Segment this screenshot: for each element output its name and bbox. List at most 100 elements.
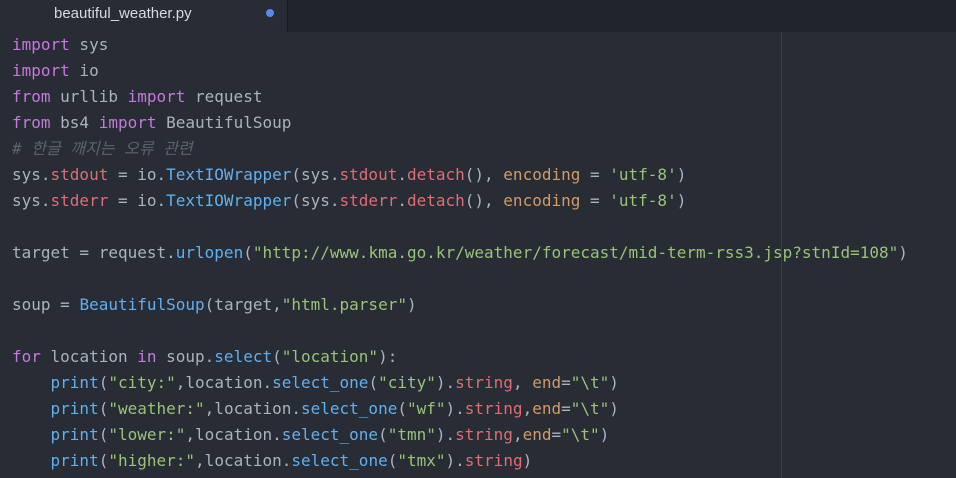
code-token: sys	[69, 35, 109, 54]
code-token: BeautifulSoup	[79, 295, 205, 314]
code-line[interactable]: soup = BeautifulSoup(target,"html.parser…	[12, 292, 908, 318]
code-token: =	[580, 165, 610, 184]
code-line[interactable]: sys.stderr = io.TextIOWrapper(sys.stderr…	[12, 188, 908, 214]
code-token: for	[12, 347, 41, 366]
code-line[interactable]: from bs4 import BeautifulSoup	[12, 110, 908, 136]
code-token: print	[50, 425, 99, 444]
code-token: string	[455, 373, 513, 392]
code-token: end	[532, 373, 562, 392]
code-token: (	[368, 373, 379, 392]
code-token: TextIOWrapper	[166, 191, 292, 210]
code-token: urlopen	[175, 243, 244, 262]
code-line[interactable]: sys.stdout = io.TextIOWrapper(sys.stdout…	[12, 162, 908, 188]
code-token: ).	[435, 425, 456, 444]
code-token: ,	[512, 425, 523, 444]
code-token: select	[214, 347, 273, 366]
code-token: "city:"	[108, 373, 176, 392]
code-token: (	[98, 373, 109, 392]
code-token: soup =	[12, 295, 80, 314]
code-token: select_one	[291, 451, 388, 470]
code-token: sys.	[12, 165, 51, 184]
code-token: ).	[435, 373, 456, 392]
code-token: end	[532, 399, 562, 418]
code-token: "higher:"	[108, 451, 196, 470]
code-line[interactable]: print("higher:",location.select_one("tmx…	[12, 448, 908, 474]
code-token: (sys.	[291, 191, 340, 210]
code-token: "http://www.kma.go.kr/weather/forecast/m…	[252, 243, 899, 262]
code-token: 'utf-8'	[609, 191, 677, 210]
code-token: (target,	[204, 295, 282, 314]
code-token: print	[50, 373, 99, 392]
code-token: =	[551, 425, 562, 444]
code-token: target = request.	[12, 243, 176, 262]
code-token: (	[243, 243, 253, 262]
code-line[interactable]: target = request.urlopen("http://www.kma…	[12, 240, 908, 266]
code-token: "weather:"	[108, 399, 205, 418]
code-line[interactable]: print("city:",location.select_one("city"…	[12, 370, 908, 396]
code-token: ,	[522, 399, 533, 418]
code-line[interactable]: print("weather:",location.select_one("wf…	[12, 396, 908, 422]
code-token: from	[12, 87, 51, 106]
code-token: .	[397, 165, 407, 184]
code-line[interactable]: import sys	[12, 32, 908, 58]
code-token: "location"	[281, 347, 379, 366]
code-token: (	[98, 399, 109, 418]
code-token: detach	[406, 191, 465, 210]
code-token: ,location.	[204, 399, 301, 418]
tab-beautiful-weather[interactable]: beautiful_weather.py	[0, 0, 288, 32]
code-token: # 한글 깨지는 오류 관련	[12, 139, 193, 158]
code-token: import	[98, 113, 157, 132]
code-token: import	[127, 87, 186, 106]
code-token: print	[50, 451, 99, 470]
code-token: "\t"	[570, 373, 610, 392]
code-line[interactable]: from urllib import request	[12, 84, 908, 110]
code-token: in	[137, 347, 157, 366]
code-token: "city"	[378, 373, 436, 392]
code-token: 'utf-8'	[609, 165, 677, 184]
code-line[interactable]: ​	[12, 214, 908, 240]
code-editor[interactable]: import sys import io from urllib import re…	[0, 32, 956, 478]
code-token: )	[898, 243, 908, 262]
code-token: stderr	[339, 191, 398, 210]
code-token: )	[609, 399, 619, 418]
code-token: encoding	[503, 191, 581, 210]
code-token: "\t"	[561, 425, 600, 444]
code-area[interactable]: import sys import io from urllib import re…	[12, 32, 908, 474]
code-token: string	[455, 425, 513, 444]
code-line[interactable]: ​	[12, 266, 908, 292]
code-token: "tmn"	[387, 425, 436, 444]
code-token: =	[561, 373, 571, 392]
code-token: from	[12, 113, 51, 132]
code-token: = io.	[108, 191, 167, 210]
code-token: .	[397, 191, 407, 210]
code-line[interactable]: # 한글 깨지는 오류 관련	[12, 136, 908, 162]
code-line[interactable]: for location in soup.select("location"):	[12, 344, 908, 370]
code-token: )	[406, 295, 417, 314]
code-token: ,location.	[185, 425, 282, 444]
code-token: (	[397, 399, 407, 418]
code-token: select_one	[301, 399, 398, 418]
code-token: "wf"	[406, 399, 446, 418]
code-token: select_one	[272, 373, 369, 392]
code-token: string	[464, 451, 523, 470]
code-token: stdout	[50, 165, 109, 184]
code-token: )	[599, 425, 610, 444]
code-token: io	[69, 61, 99, 80]
code-line[interactable]: import io	[12, 58, 908, 84]
code-token: request	[185, 87, 263, 106]
modified-indicator-icon[interactable]	[266, 9, 274, 17]
code-line[interactable]: print("lower:",location.select_one("tmn"…	[12, 422, 908, 448]
code-token: BeautifulSoup	[156, 113, 292, 132]
tab-bar: beautiful_weather.py	[0, 0, 956, 32]
code-token: (),	[464, 165, 504, 184]
code-token: location	[40, 347, 138, 366]
editor-window: beautiful_weather.py import sys import io…	[0, 0, 956, 478]
code-token: string	[464, 399, 523, 418]
code-line[interactable]: ​	[12, 318, 908, 344]
code-token: ,	[512, 373, 533, 392]
code-token: )	[676, 191, 687, 210]
code-token: =	[580, 191, 610, 210]
code-token: detach	[406, 165, 465, 184]
